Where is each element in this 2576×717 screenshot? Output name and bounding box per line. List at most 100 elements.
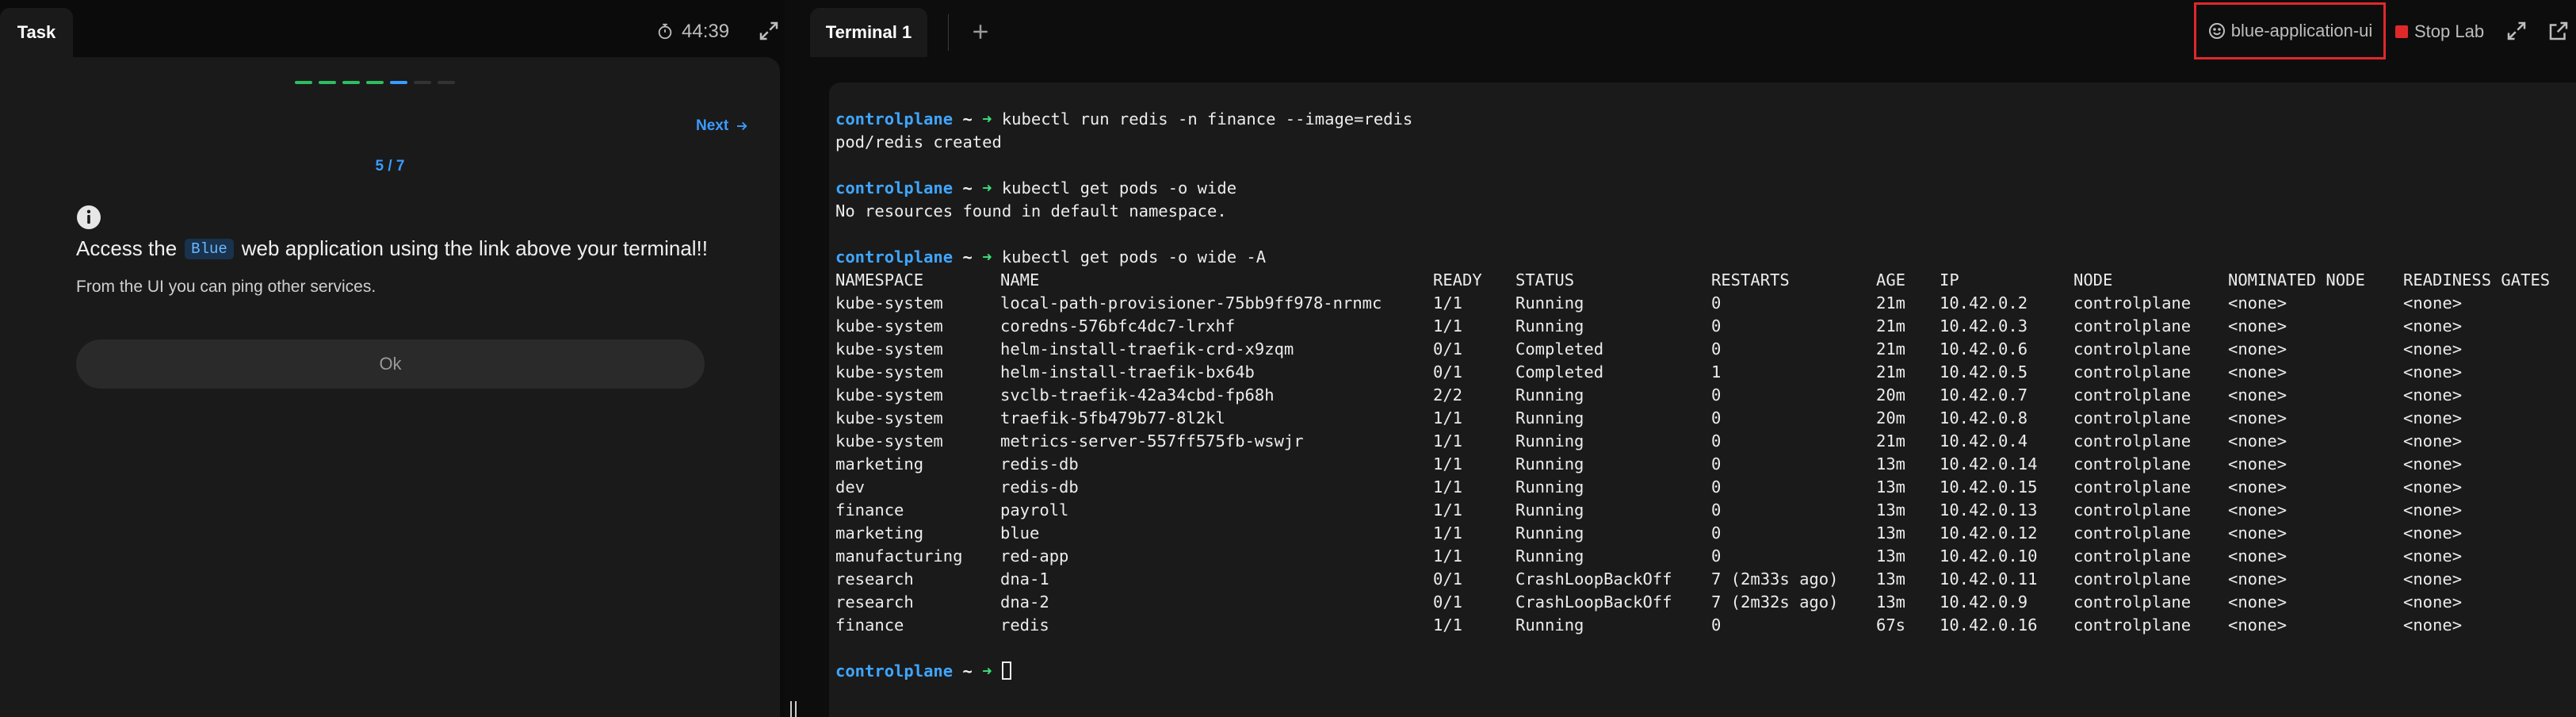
table-cell: 10.42.0.13 — [1940, 500, 2038, 520]
table-cell: research — [835, 569, 914, 589]
table-cell: metrics-server-557ff575fb-wswjr — [1000, 431, 1304, 451]
table-cell: kube-system — [835, 362, 943, 382]
table-cell: 20m — [1876, 385, 1906, 405]
output-line: pod/redis created — [835, 131, 2550, 154]
table-cell: redis — [1000, 615, 1049, 635]
prompt-dir: ~ — [962, 661, 973, 681]
tab-terminal-1[interactable]: Terminal 1 — [810, 8, 927, 57]
table-cell: finance — [835, 500, 904, 520]
stop-lab-button[interactable]: Stop Lab — [2395, 16, 2484, 48]
expand-icon[interactable] — [757, 19, 781, 43]
table-cell: <none> — [2228, 431, 2287, 451]
table-cell: 0 — [1711, 293, 1722, 312]
table-row: kube-system helm-install-traefik-crd-x9zq… — [835, 338, 2550, 361]
table-cell: 13m — [1876, 500, 1906, 520]
prompt-host: controlplane — [835, 109, 954, 128]
table-cell: coredns-576bfc4dc7-lrxhf — [1000, 316, 1236, 335]
table-cell: Running — [1515, 523, 1584, 543]
tab-separator — [948, 14, 949, 51]
table-cell: 10.42.0.5 — [1940, 362, 2028, 382]
column-header: NAME — [1000, 270, 1040, 289]
stopwatch-icon — [658, 23, 672, 40]
table-cell: <none> — [2228, 523, 2287, 543]
next-button[interactable]: Next — [696, 117, 749, 135]
prompt-host: controlplane — [835, 247, 954, 266]
table-cell: 21m — [1876, 293, 1906, 312]
table-cell: kube-system — [835, 431, 943, 451]
table-cell: 0 — [1711, 431, 1722, 451]
progress-step — [295, 81, 312, 84]
column-header: NOMINATED NODE — [2228, 270, 2365, 289]
table-cell: 0 — [1711, 408, 1722, 428]
table-cell: CrashLoopBackOff — [1515, 592, 1672, 612]
table-cell: 10.42.0.11 — [1940, 569, 2038, 589]
progress-step — [390, 81, 407, 84]
table-cell: <none> — [2228, 362, 2287, 382]
expand-icon[interactable] — [2505, 19, 2528, 43]
smiley-icon — [2208, 23, 2225, 39]
table-cell: 10.42.0.15 — [1940, 477, 2038, 497]
table-cell: controlplane — [2073, 569, 2192, 589]
prompt-line: controlplane ~ ➜ — [835, 660, 2550, 683]
table-cell: <none> — [2403, 339, 2463, 358]
table-cell: Running — [1515, 431, 1584, 451]
external-link-icon[interactable] — [2547, 19, 2570, 43]
prompt-dir: ~ — [962, 247, 973, 266]
timer: 44:39 — [656, 14, 729, 49]
prompt-line: controlplane ~ ➜ kubectl get pods -o wid… — [835, 246, 2550, 269]
prompt-arrow-icon: ➜ — [982, 109, 992, 128]
table-cell: Completed — [1515, 362, 1604, 382]
cursor — [1001, 661, 1011, 680]
table-cell: kube-system — [835, 293, 943, 312]
terminal-window[interactable]: controlplane ~ ➜ kubectl run redis -n fi… — [829, 82, 2576, 717]
ok-button[interactable]: Ok — [76, 339, 705, 389]
table-cell: manufacturing — [835, 546, 963, 566]
prompt-dir: ~ — [962, 178, 973, 197]
table-cell: controlplane — [2073, 385, 2192, 405]
table-cell: 21m — [1876, 339, 1906, 358]
prompt-line: controlplane ~ ➜ kubectl get pods -o wid… — [835, 177, 2550, 200]
table-cell: <none> — [2228, 339, 2287, 358]
column-header: IP — [1940, 270, 1959, 289]
table-cell: 10.42.0.3 — [1940, 316, 2028, 335]
table-cell: kube-system — [835, 316, 943, 335]
table-cell: Running — [1515, 408, 1584, 428]
table-cell: 2/2 — [1433, 385, 1463, 405]
table-cell: 0/1 — [1433, 592, 1463, 612]
table-row: research dna-1 0/1 CrashLoopBackOff 7 (2m33s… — [835, 568, 2550, 591]
table-cell: controlplane — [2073, 546, 2192, 566]
plus-icon[interactable] — [969, 20, 992, 44]
step-counter: 5 / 7 — [375, 158, 405, 174]
table-row: kube-system coredns-576bfc4dc7-lrxhf 1/1 Ru… — [835, 315, 2550, 338]
table-cell: 10.42.0.16 — [1940, 615, 2038, 635]
table-cell: marketing — [835, 523, 924, 543]
timer-value: 44:39 — [682, 21, 730, 42]
table-cell: 13m — [1876, 523, 1906, 543]
progress-step — [342, 81, 360, 84]
table-cell: <none> — [2228, 615, 2287, 635]
app-link-button[interactable]: blue-application-ui — [2194, 2, 2386, 59]
table-cell: Running — [1515, 500, 1584, 520]
table-cell: controlplane — [2073, 316, 2192, 335]
resize-handle[interactable] — [790, 701, 797, 717]
table-cell: 10.42.0.14 — [1940, 454, 2038, 474]
table-cell: 13m — [1876, 546, 1906, 566]
table-cell: 10.42.0.8 — [1940, 408, 2028, 428]
progress-step — [438, 81, 455, 84]
table-cell: 0 — [1711, 316, 1722, 335]
table-cell: <none> — [2403, 592, 2463, 612]
table-cell: blue — [1000, 523, 1040, 543]
table-cell: dev — [835, 477, 866, 497]
table-cell: controlplane — [2073, 477, 2192, 497]
table-cell: controlplane — [2073, 431, 2192, 451]
table-cell: <none> — [2228, 316, 2287, 335]
table-cell: Running — [1515, 546, 1584, 566]
table-cell: 1/1 — [1433, 454, 1463, 474]
tab-task[interactable]: Task — [0, 8, 73, 57]
table-cell: <none> — [2228, 454, 2287, 474]
table-row: marketing blue 1/1 Running 0 13m 10.42.0.12 con… — [835, 522, 2550, 545]
table-cell: Running — [1515, 316, 1584, 335]
prompt-host: controlplane — [835, 178, 954, 197]
column-header: NODE — [2073, 270, 2113, 289]
